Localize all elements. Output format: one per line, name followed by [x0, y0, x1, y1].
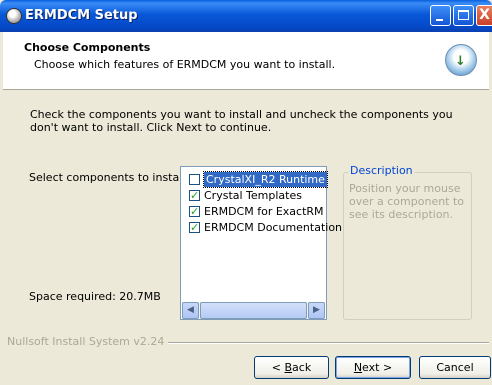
checkbox[interactable]: ✓	[189, 190, 200, 201]
scroll-right-button[interactable]: ▶	[308, 302, 325, 319]
component-label: ERMDCM for ExactRM	[204, 205, 324, 218]
checkbox[interactable]	[189, 174, 200, 185]
select-components-label: Select components to install:	[29, 171, 190, 184]
component-label: ERMDCM Documentation	[204, 221, 343, 234]
page-title: Choose Components	[24, 41, 151, 54]
scroll-left-button[interactable]: ◀	[182, 302, 199, 319]
component-label: Crystal Templates	[204, 189, 302, 202]
close-button[interactable]: X	[476, 5, 492, 26]
next-accelerator: N	[353, 361, 363, 374]
components-tree[interactable]: CrystalXI_R2 Runtime ✓ Crystal Templates…	[180, 166, 342, 320]
page-header: Choose Components Choose which features …	[3, 32, 489, 90]
install-disc-icon	[445, 44, 477, 76]
title-bar[interactable]: ERMDCM Setup X	[0, 0, 492, 32]
instructions-text: Check the components you want to install…	[30, 108, 453, 134]
space-required: Space required: 20.7MB	[29, 290, 161, 303]
page-subtitle: Choose which features of ERMDCM you want…	[34, 58, 336, 71]
back-rest: ack	[292, 361, 312, 374]
cancel-button[interactable]: Cancel	[419, 356, 491, 379]
setup-window: ERMDCM Setup X Choose Components Choose …	[0, 0, 492, 385]
scroll-thumb[interactable]	[200, 302, 307, 319]
description-title: Description	[348, 164, 415, 177]
back-accelerator: B	[284, 361, 293, 374]
back-prefix: <	[271, 361, 285, 374]
next-rest: ext >	[362, 361, 393, 374]
back-button[interactable]: < Back	[254, 356, 329, 379]
branding-text: Nullsoft Install System v2.24	[7, 335, 169, 348]
checkbox[interactable]: ✓	[189, 206, 200, 217]
checkbox[interactable]: ✓	[189, 222, 200, 233]
minimize-button[interactable]	[430, 5, 451, 26]
component-label: CrystalXI_R2 Runtime	[203, 171, 328, 188]
description-text: Position your mouse over a component to …	[349, 182, 465, 221]
window-title: ERMDCM Setup	[25, 8, 138, 23]
installer-icon	[6, 8, 22, 24]
maximize-button[interactable]	[453, 5, 474, 26]
horizontal-scrollbar[interactable]: ◀ ▶	[182, 302, 325, 319]
next-button[interactable]: Next >	[335, 356, 411, 379]
